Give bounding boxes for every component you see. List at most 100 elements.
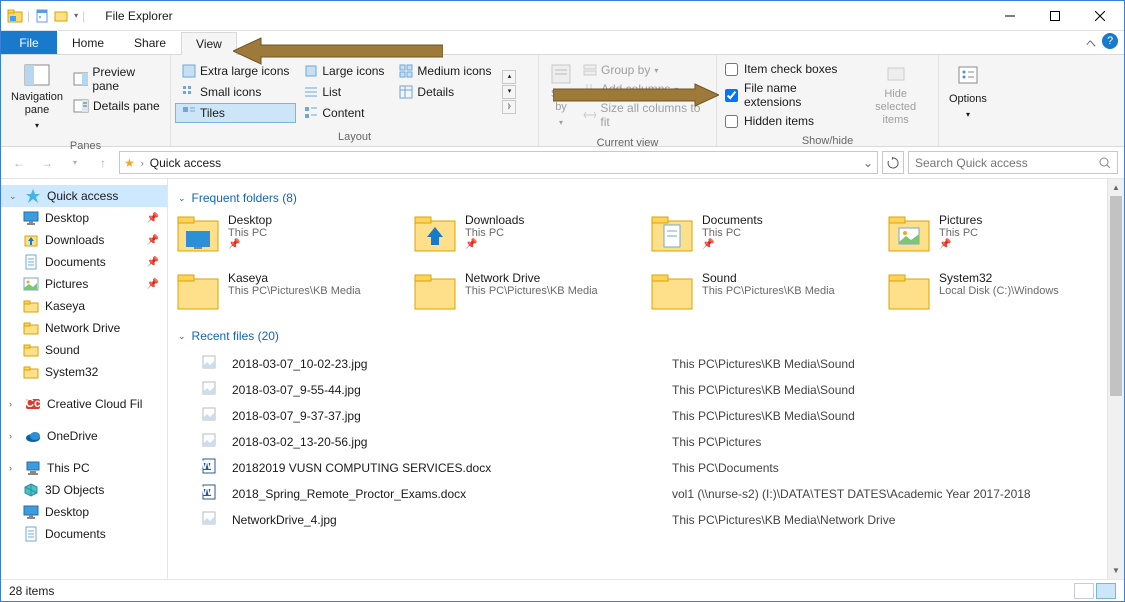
expand-icon[interactable]: › <box>9 399 19 409</box>
sidebar-item-sound[interactable]: Sound <box>1 339 167 361</box>
minimize-ribbon-icon[interactable]: へ <box>1086 35 1096 50</box>
sidebar-item-label: Documents <box>45 527 106 541</box>
navigation-tree[interactable]: ⌄Quick accessDesktop📌Downloads📌Documents… <box>1 179 168 579</box>
address-bar[interactable]: ★ › Quick access ⌄ <box>119 151 878 174</box>
sort-by-button[interactable]: Sort by ▾ <box>543 59 579 131</box>
vertical-scrollbar[interactable]: ▲ ▼ <box>1107 179 1124 579</box>
back-button[interactable]: ← <box>7 151 31 175</box>
layout-small[interactable]: Small icons <box>175 82 296 102</box>
sidebar-item-label: Downloads <box>45 233 104 247</box>
layout-scroll-up[interactable]: ▴ <box>502 70 516 84</box>
sidebar-item-network-drive[interactable]: Network Drive <box>1 317 167 339</box>
file-row[interactable]: 2018-03-02_13-20-56.jpg This PC\Pictures <box>200 429 1124 455</box>
scroll-up-button[interactable]: ▲ <box>1108 179 1124 196</box>
new-folder-icon[interactable] <box>54 8 70 24</box>
layout-tiles[interactable]: Tiles <box>175 103 296 123</box>
layout-details[interactable]: Details <box>392 82 498 102</box>
layout-large[interactable]: Large icons <box>297 61 391 81</box>
details-pane-button[interactable]: Details pane <box>69 97 166 115</box>
collapse-icon[interactable]: ⌄ <box>9 191 19 202</box>
frequent-folders-header[interactable]: ⌄ Frequent folders (8) <box>176 187 1124 213</box>
tab-file[interactable]: File <box>1 31 57 54</box>
properties-icon[interactable] <box>34 8 50 24</box>
collapse-icon[interactable]: ⌄ <box>178 193 186 204</box>
tab-share[interactable]: Share <box>119 31 181 54</box>
navigation-pane-button[interactable]: Navigation pane ▾ <box>5 59 69 134</box>
sidebar-item-this-pc[interactable]: ›This PC <box>1 457 167 479</box>
help-icon[interactable]: ? <box>1102 33 1118 49</box>
layout-extra-large[interactable]: Extra large icons <box>175 61 296 81</box>
recent-locations-button[interactable]: ▾ <box>63 151 87 175</box>
folder-tile-system32[interactable]: System32 Local Disk (C:)\Windows <box>887 271 1124 311</box>
sidebar-item-system32[interactable]: System32 <box>1 361 167 383</box>
preview-pane-button[interactable]: Preview pane <box>69 63 166 95</box>
sidebar-item-quick-access[interactable]: ⌄Quick access <box>1 185 167 207</box>
sidebar-item-pictures[interactable]: Pictures📌 <box>1 273 167 295</box>
item-check-boxes-checkbox[interactable]: Item check boxes <box>721 61 857 77</box>
refresh-button[interactable] <box>882 151 904 174</box>
expand-icon[interactable]: › <box>9 431 19 441</box>
folder-tile-desktop[interactable]: Desktop This PC 📌 <box>176 213 413 253</box>
options-button[interactable]: Options ▾ <box>943 59 993 125</box>
sidebar-item-desktop[interactable]: Desktop <box>1 501 167 523</box>
layout-content[interactable]: Content <box>297 103 391 123</box>
close-button[interactable] <box>1077 1 1122 31</box>
sidebar-item-onedrive[interactable]: ›OneDrive <box>1 425 167 447</box>
sidebar-item-documents[interactable]: Documents📌 <box>1 251 167 273</box>
folder-tile-downloads[interactable]: Downloads This PC 📌 <box>413 213 650 253</box>
recent-files-header[interactable]: ⌄ Recent files (20) <box>176 325 1124 351</box>
sidebar-item-desktop[interactable]: Desktop📌 <box>1 207 167 229</box>
forward-button[interactable]: → <box>35 151 59 175</box>
docx-icon: W <box>200 457 222 479</box>
details-view-toggle[interactable] <box>1074 583 1094 599</box>
sidebar-item-kaseya[interactable]: Kaseya <box>1 295 167 317</box>
layout-list[interactable]: List <box>297 82 391 102</box>
scroll-down-button[interactable]: ▼ <box>1108 562 1124 579</box>
up-button[interactable]: ↑ <box>91 151 115 175</box>
size-columns-button[interactable]: Size all columns to fit <box>579 99 712 131</box>
tiles-view-toggle[interactable] <box>1096 583 1116 599</box>
folder-tile-documents[interactable]: Documents This PC 📌 <box>650 213 887 253</box>
tab-view[interactable]: View <box>181 32 237 55</box>
sidebar-item-downloads[interactable]: Downloads📌 <box>1 229 167 251</box>
search-input[interactable] <box>915 156 1099 170</box>
add-columns-button[interactable]: Add columns▾ <box>579 80 712 98</box>
content-pane[interactable]: ⌄ Frequent folders (8) Desktop This PC 📌… <box>168 179 1124 579</box>
address-text[interactable]: Quick access <box>150 156 221 170</box>
file-row[interactable]: W 20182019 VUSN COMPUTING SERVICES.docx … <box>200 455 1124 481</box>
sidebar-item-3d-objects[interactable]: 3D Objects <box>1 479 167 501</box>
hide-selected-button[interactable]: Hide selected items <box>857 59 934 129</box>
layout-medium[interactable]: Medium icons <box>392 61 498 81</box>
sidebar-item-documents[interactable]: Documents <box>1 523 167 545</box>
folder-tile-kaseya[interactable]: Kaseya This PC\Pictures\KB Media <box>176 271 413 311</box>
file-row[interactable]: 2018-03-07_9-37-37.jpg This PC\Pictures\… <box>200 403 1124 429</box>
folder-icon <box>176 213 220 253</box>
expand-icon[interactable]: › <box>9 463 19 473</box>
group-by-button[interactable]: Group by▾ <box>579 61 712 79</box>
search-box[interactable] <box>908 151 1118 174</box>
folder-path: Local Disk (C:)\Windows <box>939 285 1059 297</box>
tab-home[interactable]: Home <box>57 31 119 54</box>
address-separator[interactable]: › <box>141 158 144 168</box>
folder-tile-network-drive[interactable]: Network Drive This PC\Pictures\KB Media <box>413 271 650 311</box>
file-row[interactable]: 2018-03-07_10-02-23.jpg This PC\Pictures… <box>200 351 1124 377</box>
hidden-items-checkbox[interactable]: Hidden items <box>721 113 857 129</box>
file-row[interactable]: 2018-03-07_9-55-44.jpg This PC\Pictures\… <box>200 377 1124 403</box>
file-name-extensions-checkbox[interactable]: File name extensions <box>721 80 857 110</box>
group-label-layout: Layout <box>171 129 538 146</box>
img-icon <box>200 405 222 427</box>
scroll-thumb[interactable] <box>1110 196 1122 396</box>
sidebar-item-creative-cloud-fil[interactable]: ›CcCreative Cloud Fil <box>1 393 167 415</box>
folder-name: Documents <box>702 213 763 227</box>
folder-tile-pictures[interactable]: Pictures This PC 📌 <box>887 213 1124 253</box>
file-row[interactable]: NetworkDrive_4.jpg This PC\Pictures\KB M… <box>200 507 1124 533</box>
qat-dropdown-icon[interactable]: ▾ <box>74 11 78 20</box>
layout-expand[interactable]: ⦊ <box>502 100 516 114</box>
maximize-button[interactable] <box>1032 1 1077 31</box>
address-dropdown-icon[interactable]: ⌄ <box>863 156 873 170</box>
minimize-button[interactable] <box>987 1 1032 31</box>
folder-tile-sound[interactable]: Sound This PC\Pictures\KB Media <box>650 271 887 311</box>
file-row[interactable]: W 2018_Spring_Remote_Proctor_Exams.docx … <box>200 481 1124 507</box>
layout-scroll-down[interactable]: ▾ <box>502 85 516 99</box>
collapse-icon[interactable]: ⌄ <box>178 331 186 342</box>
